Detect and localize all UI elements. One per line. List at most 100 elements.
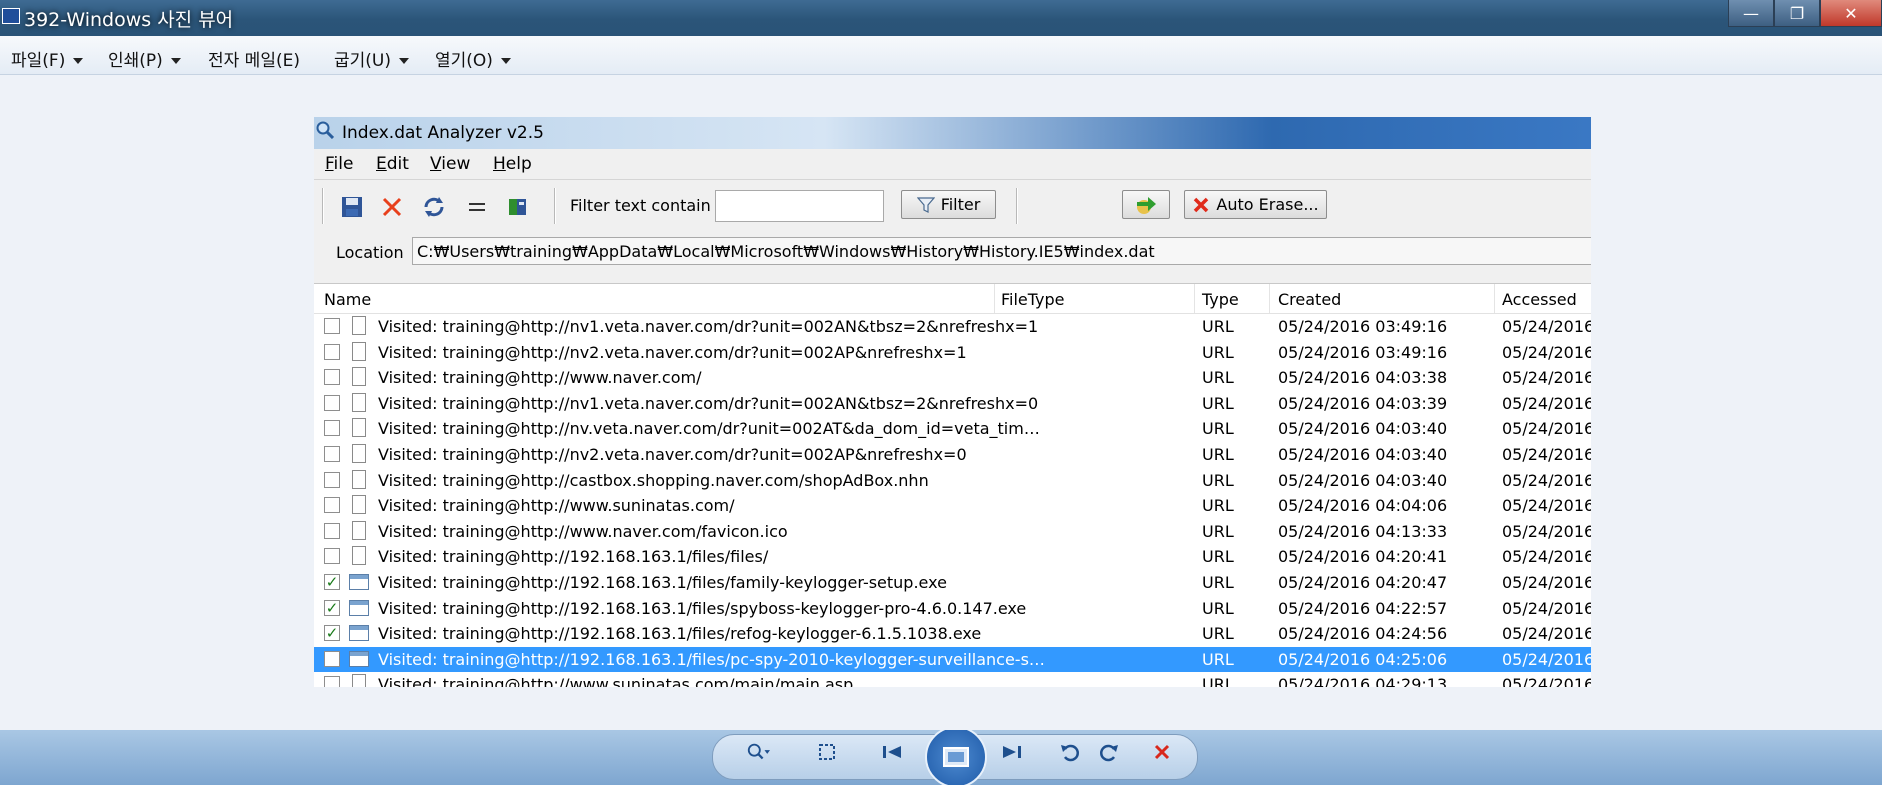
row-checkbox[interactable] <box>324 548 340 565</box>
run-button[interactable] <box>1122 190 1170 219</box>
row-created: 05/24/2016 04:03:38 <box>1278 368 1448 388</box>
viewer-controls-bar <box>0 730 1882 785</box>
maximize-button[interactable]: ❐ <box>1774 0 1820 27</box>
column-type[interactable]: Type <box>1202 290 1239 309</box>
table-row[interactable]: Visited: training@http://nv.veta.naver.c… <box>314 416 1591 442</box>
menu-email-label: 전자 메일(E) <box>208 51 300 71</box>
delete-button[interactable] <box>378 193 406 221</box>
menu-burn[interactable]: 굽기(U) <box>334 46 409 71</box>
page-file-icon <box>352 341 366 361</box>
menu-file-label: 파일(F) <box>11 51 66 71</box>
location-path-field[interactable]: C:₩Users₩training₩AppData₩Local₩Microsof… <box>412 237 1591 265</box>
row-accessed: 05/24/2016 <box>1502 317 1591 336</box>
row-checkbox[interactable] <box>324 394 340 411</box>
executable-file-icon <box>349 574 369 590</box>
table-row[interactable]: Visited: training@http://nv2.veta.naver.… <box>314 340 1591 366</box>
row-type: URL <box>1202 521 1234 541</box>
column-accessed[interactable]: Accessed <box>1502 290 1577 309</box>
save-button[interactable] <box>338 193 366 221</box>
row-accessed: 05/24/2016 <box>1502 419 1591 439</box>
location-label: Location <box>336 243 404 262</box>
row-checkbox[interactable] <box>324 676 340 687</box>
zoom-button[interactable] <box>746 740 770 764</box>
column-name[interactable]: Name <box>324 290 371 309</box>
page-file-icon <box>352 495 366 515</box>
history-list: Name FileType Type Created Accessed Visi… <box>314 283 1591 687</box>
actual-size-button[interactable] <box>815 740 839 764</box>
list-header: Name FileType Type Created Accessed <box>314 284 1591 314</box>
table-row[interactable]: Visited: training@http://nv1.veta.naver.… <box>314 391 1591 417</box>
menu-file[interactable]: 파일(F) <box>11 46 84 71</box>
filter-button[interactable]: Filter <box>901 190 996 219</box>
column-created[interactable]: Created <box>1278 290 1341 309</box>
table-row[interactable]: Visited: training@http://192.168.163.1/f… <box>314 544 1591 570</box>
row-checkbox[interactable]: ✓ <box>324 599 340 616</box>
row-checkbox[interactable] <box>324 650 340 667</box>
analyzer-menu-help[interactable]: Help <box>493 154 532 174</box>
column-filetype[interactable]: FileType <box>1001 290 1065 309</box>
filter-label: Filter text contain <box>570 196 711 215</box>
previous-button[interactable] <box>880 740 904 764</box>
window-title: 392-Windows 사진 뷰어 <box>24 9 234 31</box>
row-checkbox[interactable] <box>324 471 340 488</box>
menu-print-label: 인쇄(P) <box>108 51 163 71</box>
table-row[interactable]: Visited: training@http://192.168.163.1/f… <box>314 646 1591 673</box>
chevron-down-icon <box>399 58 409 64</box>
table-row[interactable]: ✓ Visited: training@http://192.168.163.1/… <box>314 596 1591 622</box>
row-type: URL <box>1202 317 1234 336</box>
row-checkbox[interactable] <box>324 446 340 462</box>
table-row[interactable]: Visited: training@http://www.naver.com/U… <box>314 365 1591 391</box>
menu-view-rest: iew <box>441 154 471 174</box>
table-row[interactable]: Visited: training@http://nv1.veta.naver.… <box>314 314 1591 340</box>
rotate-ccw-button[interactable] <box>1058 740 1082 764</box>
row-checkbox[interactable] <box>324 369 340 386</box>
row-accessed: 05/24/2016 <box>1502 470 1591 490</box>
table-row[interactable]: ✓ Visited: training@http://192.168.163.1/… <box>314 570 1591 596</box>
toolbar-separator <box>1016 188 1018 224</box>
row-checkbox[interactable] <box>324 522 340 539</box>
rotate-cw-button[interactable] <box>1097 740 1121 764</box>
row-name: Visited: training@http://www.suninatas.c… <box>378 675 854 687</box>
page-file-icon <box>352 520 366 540</box>
table-row[interactable]: Visited: training@http://www.suninatas.c… <box>314 672 1591 687</box>
analyzer-menu-file[interactable]: File <box>325 154 353 174</box>
row-created: 05/24/2016 04:20:47 <box>1278 573 1448 592</box>
table-row[interactable]: Visited: training@http://www.suninatas.c… <box>314 493 1591 519</box>
analyzer-menu-view[interactable]: View <box>430 154 470 174</box>
table-row[interactable]: ✓ Visited: training@http://192.168.163.1/… <box>314 621 1591 647</box>
row-checkbox[interactable]: ✓ <box>324 625 340 642</box>
table-row[interactable]: Visited: training@http://castbox.shoppin… <box>314 468 1591 494</box>
page-file-icon <box>352 316 366 335</box>
column-divider <box>1269 284 1270 313</box>
delete-x-icon <box>382 197 402 217</box>
row-checkbox[interactable] <box>324 318 340 334</box>
row-name: Visited: training@http://www.naver.com/f… <box>378 521 788 541</box>
row-accessed: 05/24/2016 <box>1502 547 1591 567</box>
menu-print[interactable]: 인쇄(P) <box>108 46 181 71</box>
menu-open[interactable]: 열기(O) <box>435 46 511 71</box>
minimize-button[interactable]: — <box>1728 0 1774 27</box>
row-checkbox[interactable] <box>324 497 340 514</box>
slideshow-button[interactable] <box>925 730 987 785</box>
delete-photo-button[interactable] <box>1150 740 1174 764</box>
row-checkbox[interactable]: ✓ <box>324 574 340 590</box>
row-created: 05/24/2016 04:29:13 <box>1278 675 1448 687</box>
table-row[interactable]: Visited: training@http://www.naver.com/f… <box>314 519 1591 545</box>
table-row[interactable]: Visited: training@http://nv2.veta.naver.… <box>314 442 1591 468</box>
filter-input[interactable] <box>715 190 884 222</box>
analyzer-menu-edit[interactable]: Edit <box>376 154 409 174</box>
row-accessed: 05/24/2016 <box>1502 573 1591 592</box>
next-button[interactable] <box>1000 740 1024 764</box>
menu-burn-label: 굽기(U) <box>334 51 391 71</box>
close-button[interactable]: ✕ <box>1820 0 1882 27</box>
columns-button[interactable] <box>504 193 532 221</box>
delete-icon <box>1154 744 1170 760</box>
analyzer-toolbar: Filter text contain Filter Auto Erase... <box>314 179 1591 233</box>
auto-erase-button[interactable]: Auto Erase... <box>1184 190 1327 219</box>
refresh-button[interactable] <box>420 193 448 221</box>
equal-button[interactable] <box>463 193 491 221</box>
row-checkbox[interactable] <box>324 343 340 360</box>
row-checkbox[interactable] <box>324 420 340 437</box>
save-icon <box>342 197 362 217</box>
menu-email[interactable]: 전자 메일(E) <box>208 46 300 71</box>
